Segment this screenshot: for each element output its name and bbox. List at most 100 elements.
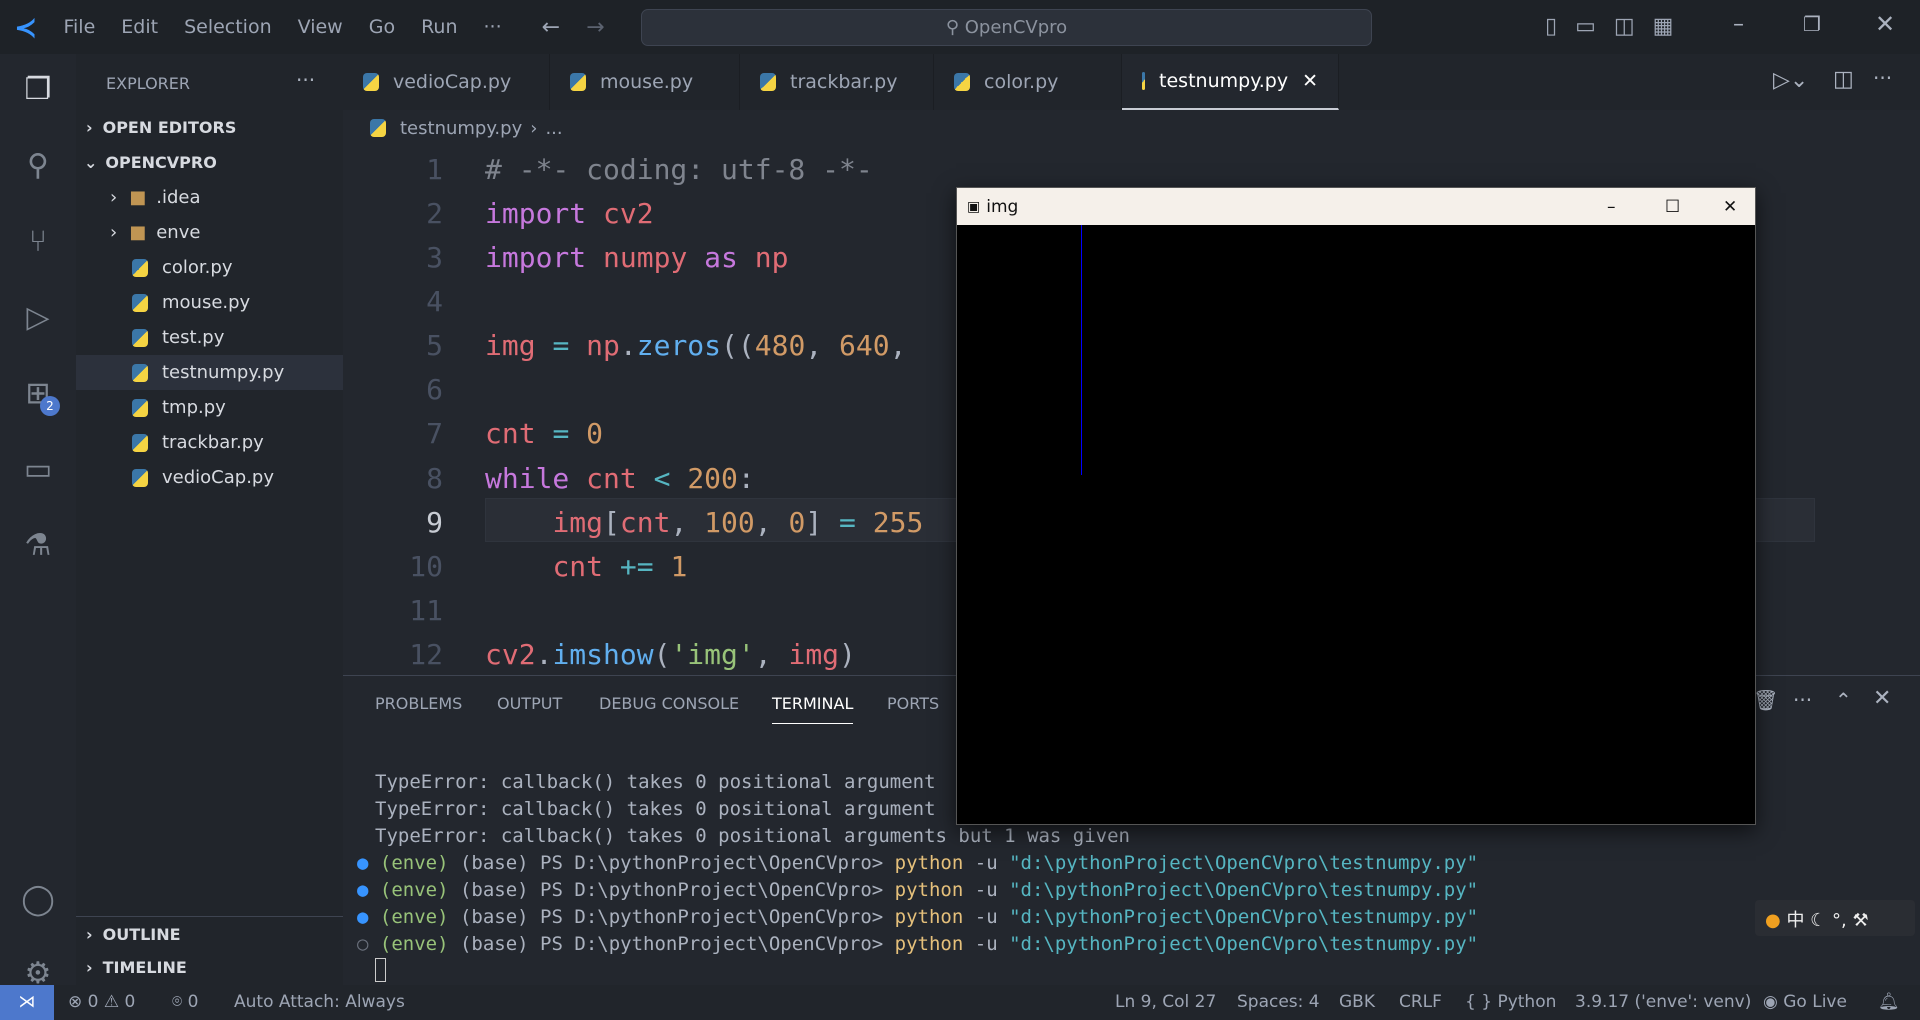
close-icon[interactable]: ✕ — [1723, 197, 1737, 217]
testing-icon[interactable]: ⚗ — [18, 526, 58, 566]
go-live[interactable]: ◉ Go Live — [1763, 992, 1847, 1012]
opencv-image-window[interactable]: ▣ img – ☐ ✕ — [956, 187, 1756, 825]
chevron-down-icon: ⌄ — [84, 153, 98, 172]
file-item[interactable]: testnumpy.py — [76, 355, 343, 390]
minimize-icon[interactable]: – — [1733, 12, 1744, 37]
eol[interactable]: CRLF — [1399, 992, 1442, 1012]
file-label: mouse.py — [162, 292, 251, 313]
run-file-icon[interactable]: ▷⌄ — [1773, 68, 1808, 93]
search-icon: ⚲ — [945, 17, 965, 38]
editor-tabs: vedioCap.py mouse.py trackbar.py color.p… — [343, 54, 1920, 110]
menu-more[interactable]: ··· — [484, 16, 502, 38]
menu-run[interactable]: Run — [421, 16, 457, 38]
forward-arrow-icon[interactable]: → — [586, 15, 604, 40]
tab-terminal[interactable]: TERMINAL — [772, 694, 854, 724]
maximize-panel-icon[interactable]: ⌃ — [1835, 688, 1852, 712]
chevron-right-icon: › — [110, 222, 118, 243]
line-number: 3 — [426, 241, 443, 275]
notifications-bell-icon[interactable]: 🔔︎ — [1878, 992, 1900, 1012]
outline-section[interactable]: › OUTLINE — [76, 916, 343, 951]
file-item[interactable]: › ■ enve — [76, 215, 343, 250]
open-editors-section[interactable]: › OPEN EDITORS — [76, 110, 343, 145]
menu-view[interactable]: View — [298, 16, 343, 38]
remote-indicator[interactable]: ⋊ — [0, 985, 54, 1020]
minimize-icon[interactable]: – — [1607, 197, 1616, 217]
activity-bar: ❐ ⚲ ⑂ ▷ ⊞ 2 ▭ ⚗ ◯ ⚙ — [0, 54, 76, 991]
code-line: img[cnt, 100, 0] = 255 — [552, 505, 924, 539]
file-item[interactable]: color.py — [76, 250, 343, 285]
code-line: cnt = 0 — [485, 417, 604, 451]
trash-icon[interactable]: 🗑 — [1753, 688, 1778, 712]
tab-problems[interactable]: PROBLEMS — [375, 694, 462, 713]
file-item[interactable]: trackbar.py — [76, 425, 343, 460]
file-label: .idea — [156, 187, 201, 208]
close-tab-icon[interactable]: ✕ — [1302, 70, 1318, 92]
explorer-title: EXPLORER — [106, 74, 190, 93]
menu-edit[interactable]: Edit — [121, 16, 158, 38]
code-line: while cnt < 200: — [485, 461, 755, 495]
ime-toolbar[interactable]: ● 中 ☾ °, ⚒ — [1755, 900, 1915, 936]
ports-count[interactable]: ⌾ 0 — [172, 992, 198, 1012]
python-file-icon — [570, 73, 586, 91]
explorer-sidebar: EXPLORER ··· › OPEN EDITORS ⌄ OPENCVPRO › ■… — [76, 54, 343, 985]
tab-vediocap[interactable]: vedioCap.py — [343, 54, 550, 110]
python-file-icon — [954, 73, 970, 91]
auto-attach[interactable]: Auto Attach: Always — [234, 992, 405, 1012]
maximize-icon[interactable]: ☐ — [1665, 197, 1680, 217]
language-mode[interactable]: { } Python — [1465, 992, 1556, 1012]
close-window-icon[interactable]: ✕ — [1875, 10, 1895, 38]
python-interpreter[interactable]: 3.9.17 ('enve': venv) — [1575, 992, 1751, 1012]
explorer-more-icon[interactable]: ··· — [296, 68, 315, 92]
file-item[interactable]: tmp.py — [76, 390, 343, 425]
tab-testnumpy[interactable]: testnumpy.py ✕ — [1122, 54, 1339, 110]
layout-icons[interactable]: ▯▭◫▦ — [1545, 14, 1691, 39]
file-item[interactable]: vedioCap.py — [76, 460, 343, 495]
indentation[interactable]: Spaces: 4 — [1237, 992, 1320, 1012]
remote-explorer-icon[interactable]: ▭ — [18, 450, 58, 490]
file-label: testnumpy.py — [162, 362, 285, 383]
split-editor-icon[interactable]: ◫ — [1833, 67, 1854, 92]
restore-icon[interactable]: ❐ — [1803, 12, 1821, 36]
extensions-badge: 2 — [40, 396, 60, 416]
close-panel-icon[interactable]: ✕ — [1873, 686, 1891, 711]
encoding[interactable]: GBK — [1339, 992, 1375, 1012]
menu-file[interactable]: File — [63, 16, 95, 38]
folder-icon: ■ — [129, 187, 147, 208]
account-icon[interactable]: ◯ — [18, 880, 58, 920]
tab-ports[interactable]: PORTS — [887, 694, 939, 713]
folder-icon: ■ — [129, 222, 147, 243]
python-file-icon — [132, 398, 148, 417]
tab-debug-console[interactable]: DEBUG CONSOLE — [599, 694, 739, 713]
command-search[interactable]: ⚲ OpenCVpro — [641, 9, 1372, 46]
tab-color[interactable]: color.py — [934, 54, 1122, 110]
file-item[interactable]: › ■ .idea — [76, 180, 343, 215]
problems-count[interactable]: ⊗ 0 ⚠ 0 — [68, 992, 135, 1012]
line-number: 9 — [426, 505, 443, 539]
file-label: trackbar.py — [162, 432, 264, 453]
timeline-section[interactable]: › TIMELINE — [76, 950, 343, 985]
menu-go[interactable]: Go — [369, 16, 395, 38]
python-file-icon — [363, 73, 379, 91]
image-window-titlebar[interactable]: ▣ img – ☐ ✕ — [957, 188, 1755, 225]
menu-selection[interactable]: Selection — [184, 16, 272, 38]
code-line: # -*- coding: utf-8 -*- — [485, 153, 873, 186]
extensions-icon[interactable]: ⊞ 2 — [18, 374, 60, 416]
line-number: 8 — [426, 461, 443, 495]
back-arrow-icon[interactable]: ← — [542, 15, 560, 40]
project-section[interactable]: ⌄ OPENCVPRO — [76, 145, 343, 180]
tab-output[interactable]: OUTPUT — [497, 694, 562, 713]
cursor-position[interactable]: Ln 9, Col 27 — [1115, 992, 1216, 1012]
file-label: enve — [156, 222, 201, 243]
file-label: test.py — [162, 327, 225, 348]
tab-trackbar[interactable]: trackbar.py — [740, 54, 934, 110]
explorer-icon[interactable]: ❐ — [18, 70, 58, 110]
file-item[interactable]: mouse.py — [76, 285, 343, 320]
tab-mouse[interactable]: mouse.py — [550, 54, 740, 110]
panel-more-icon[interactable]: ··· — [1793, 688, 1812, 712]
editor-more-icon[interactable]: ··· — [1873, 66, 1892, 90]
run-debug-icon[interactable]: ▷ — [18, 298, 58, 338]
search-view-icon[interactable]: ⚲ — [18, 146, 58, 186]
source-control-icon[interactable]: ⑂ — [18, 222, 58, 262]
file-item[interactable]: test.py — [76, 320, 343, 355]
line-number: 4 — [426, 285, 443, 319]
